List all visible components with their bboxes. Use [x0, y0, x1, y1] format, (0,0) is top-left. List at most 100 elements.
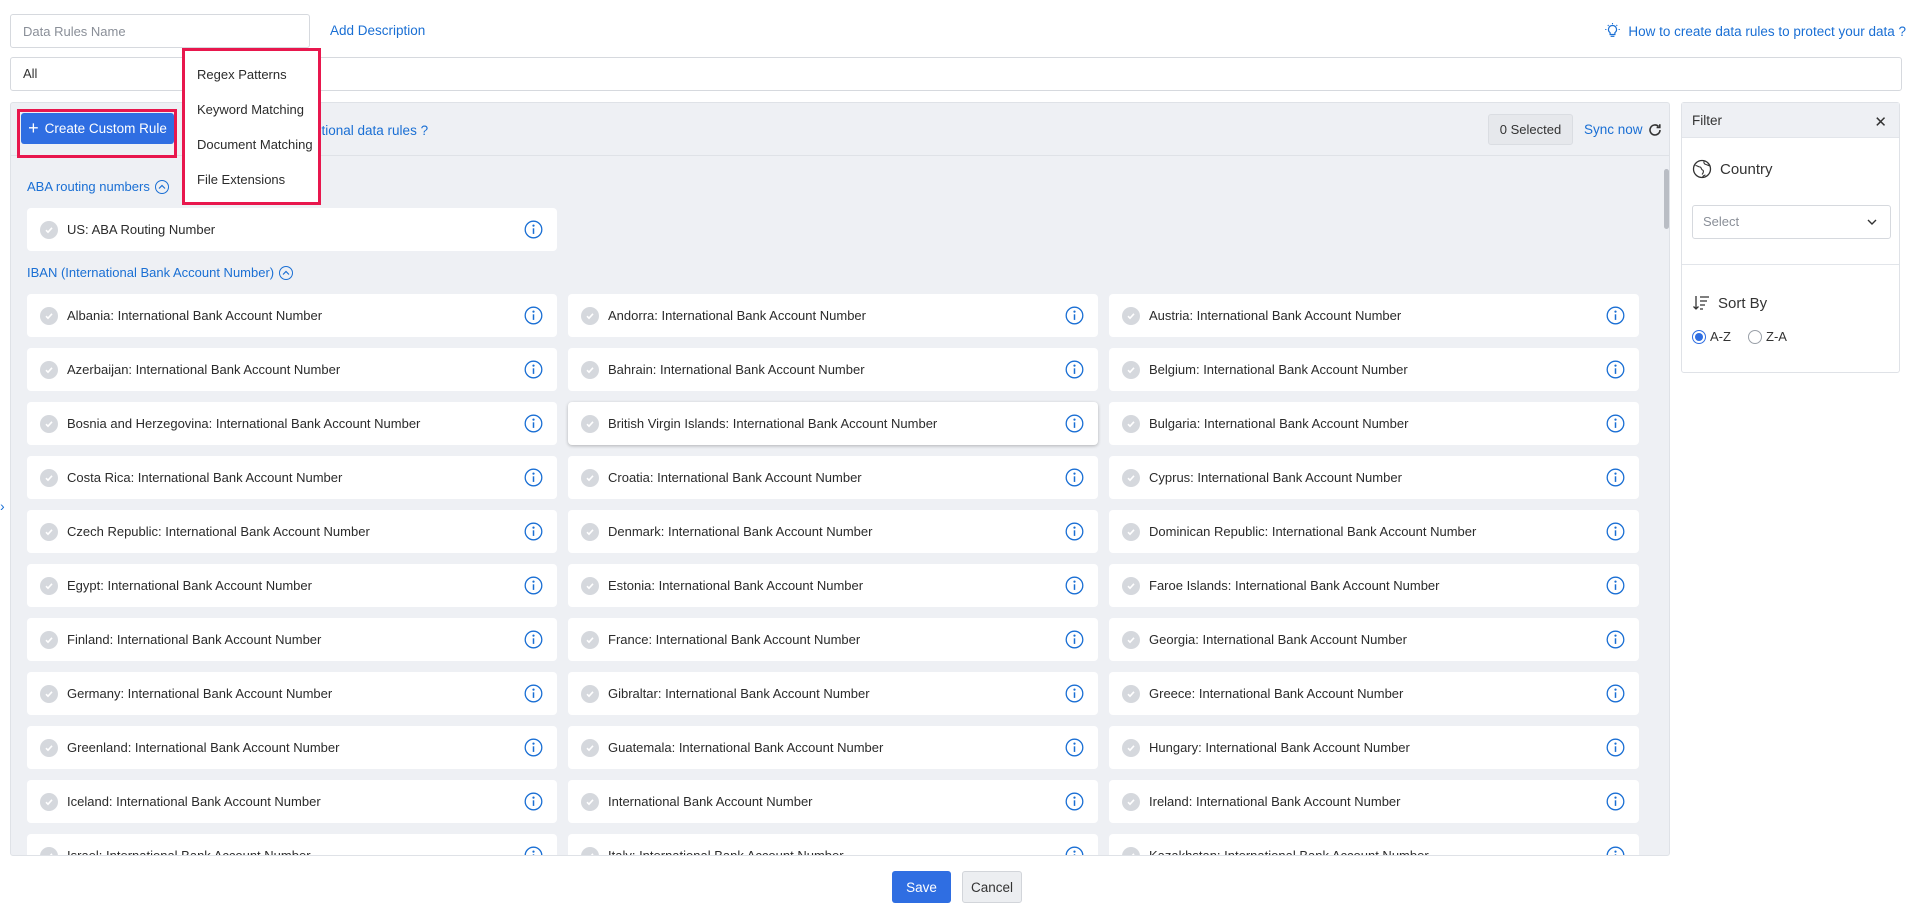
- rule-card[interactable]: Albania: International Bank Account Numb…: [27, 294, 557, 337]
- check-circle-icon[interactable]: [40, 306, 58, 325]
- rule-card[interactable]: Finland: International Bank Account Numb…: [27, 618, 557, 661]
- rule-card[interactable]: Ireland: International Bank Account Numb…: [1109, 780, 1639, 823]
- country-select[interactable]: Select: [1692, 205, 1891, 239]
- rule-card[interactable]: Bahrain: International Bank Account Numb…: [568, 348, 1098, 391]
- rule-card[interactable]: Gibraltar: International Bank Account Nu…: [568, 672, 1098, 715]
- group-title[interactable]: ABA routing numbers: [27, 179, 169, 194]
- info-icon[interactable]: [1606, 360, 1625, 379]
- rule-card[interactable]: Cyprus: International Bank Account Numbe…: [1109, 456, 1639, 499]
- info-icon[interactable]: [1065, 630, 1084, 649]
- rule-card[interactable]: Kazakhstan: International Bank Account N…: [1109, 834, 1639, 855]
- info-icon[interactable]: [1065, 306, 1084, 325]
- info-icon[interactable]: [524, 792, 543, 811]
- check-circle-icon[interactable]: [40, 738, 58, 757]
- rule-card[interactable]: Costa Rica: International Bank Account N…: [27, 456, 557, 499]
- menu-item[interactable]: Keyword Matching: [185, 92, 318, 127]
- info-icon[interactable]: [1606, 576, 1625, 595]
- check-circle-icon[interactable]: [1122, 522, 1140, 541]
- info-icon[interactable]: [1606, 522, 1625, 541]
- rule-card[interactable]: Andorra: International Bank Account Numb…: [568, 294, 1098, 337]
- info-icon[interactable]: [1606, 846, 1625, 855]
- check-circle-icon[interactable]: [581, 414, 599, 433]
- collapse-up-icon[interactable]: [154, 179, 169, 194]
- check-circle-icon[interactable]: [581, 792, 599, 811]
- check-circle-icon[interactable]: [581, 468, 599, 487]
- check-circle-icon[interactable]: [40, 630, 58, 649]
- rule-card[interactable]: US: ABA Routing Number: [27, 208, 557, 251]
- sync-now-link[interactable]: Sync now: [1584, 122, 1662, 137]
- check-circle-icon[interactable]: [581, 630, 599, 649]
- menu-item[interactable]: Document Matching: [185, 127, 318, 162]
- rule-card[interactable]: Dominican Republic: International Bank A…: [1109, 510, 1639, 553]
- check-circle-icon[interactable]: [1122, 576, 1140, 595]
- check-circle-icon[interactable]: [1122, 846, 1140, 855]
- rule-card[interactable]: Croatia: International Bank Account Numb…: [568, 456, 1098, 499]
- rule-card[interactable]: International Bank Account Number: [568, 780, 1098, 823]
- check-circle-icon[interactable]: [1122, 792, 1140, 811]
- info-icon[interactable]: [1065, 792, 1084, 811]
- rule-card[interactable]: Germany: International Bank Account Numb…: [27, 672, 557, 715]
- scrollbar-thumb[interactable]: [1664, 169, 1669, 229]
- check-circle-icon[interactable]: [581, 576, 599, 595]
- check-circle-icon[interactable]: [40, 846, 58, 855]
- rule-card[interactable]: France: International Bank Account Numbe…: [568, 618, 1098, 661]
- info-icon[interactable]: [524, 684, 543, 703]
- info-icon[interactable]: [524, 630, 543, 649]
- data-rules-name-input[interactable]: [10, 14, 310, 48]
- collapse-up-icon[interactable]: [279, 265, 294, 280]
- close-icon[interactable]: ✕: [1874, 113, 1887, 131]
- menu-item[interactable]: Regex Patterns: [185, 57, 318, 92]
- info-icon[interactable]: [1606, 306, 1625, 325]
- check-circle-icon[interactable]: [1122, 684, 1140, 703]
- check-circle-icon[interactable]: [581, 738, 599, 757]
- info-icon[interactable]: [1606, 738, 1625, 757]
- rule-card[interactable]: Austria: International Bank Account Numb…: [1109, 294, 1639, 337]
- rule-card[interactable]: Bulgaria: International Bank Account Num…: [1109, 402, 1639, 445]
- rule-card[interactable]: Guatemala: International Bank Account Nu…: [568, 726, 1098, 769]
- rule-card[interactable]: Greenland: International Bank Account Nu…: [27, 726, 557, 769]
- rule-card[interactable]: Bosnia and Herzegovina: International Ba…: [27, 402, 557, 445]
- rule-card[interactable]: Egypt: International Bank Account Number: [27, 564, 557, 607]
- rule-card[interactable]: Georgia: International Bank Account Numb…: [1109, 618, 1639, 661]
- check-circle-icon[interactable]: [40, 220, 58, 239]
- info-icon[interactable]: [1065, 414, 1084, 433]
- rule-card[interactable]: Greece: International Bank Account Numbe…: [1109, 672, 1639, 715]
- save-button[interactable]: Save: [892, 871, 951, 903]
- rule-card[interactable]: Estonia: International Bank Account Numb…: [568, 564, 1098, 607]
- rule-card[interactable]: Azerbaijan: International Bank Account N…: [27, 348, 557, 391]
- info-icon[interactable]: [1606, 414, 1625, 433]
- info-icon[interactable]: [524, 738, 543, 757]
- rule-card[interactable]: Italy: International Bank Account Number: [568, 834, 1098, 855]
- rule-card[interactable]: British Virgin Islands: International Ba…: [568, 402, 1098, 445]
- create-custom-rule-button[interactable]: + Create Custom Rule: [21, 113, 174, 144]
- info-icon[interactable]: [524, 576, 543, 595]
- info-icon[interactable]: [1065, 576, 1084, 595]
- sort-az-option[interactable]: A-Z: [1692, 329, 1731, 344]
- check-circle-icon[interactable]: [581, 306, 599, 325]
- group-title[interactable]: IBAN (International Bank Account Number): [27, 265, 294, 280]
- radio-unselected-icon[interactable]: [1748, 329, 1762, 344]
- check-circle-icon[interactable]: [40, 684, 58, 703]
- radio-selected-icon[interactable]: [1692, 329, 1706, 344]
- info-icon[interactable]: [524, 846, 543, 855]
- chevron-right-icon[interactable]: ›: [0, 498, 10, 522]
- info-icon[interactable]: [1065, 846, 1084, 855]
- rule-card[interactable]: Faroe Islands: International Bank Accoun…: [1109, 564, 1639, 607]
- info-icon[interactable]: [1065, 360, 1084, 379]
- info-icon[interactable]: [1065, 522, 1084, 541]
- info-icon[interactable]: [1065, 468, 1084, 487]
- check-circle-icon[interactable]: [1122, 306, 1140, 325]
- check-circle-icon[interactable]: [581, 846, 599, 855]
- rules-scroll-area[interactable]: ABA routing numbers US: ABA Routing Numbe…: [11, 157, 1669, 855]
- check-circle-icon[interactable]: [581, 684, 599, 703]
- check-circle-icon[interactable]: [1122, 468, 1140, 487]
- add-description-link[interactable]: Add Description: [330, 23, 425, 38]
- check-circle-icon[interactable]: [1122, 738, 1140, 757]
- cancel-button[interactable]: Cancel: [962, 871, 1022, 903]
- info-icon[interactable]: [524, 306, 543, 325]
- rule-card[interactable]: Hungary: International Bank Account Numb…: [1109, 726, 1639, 769]
- rule-card[interactable]: Belgium: International Bank Account Numb…: [1109, 348, 1639, 391]
- rule-card[interactable]: Israel: International Bank Account Numbe…: [27, 834, 557, 855]
- sort-za-option[interactable]: Z-A: [1748, 329, 1787, 344]
- info-icon[interactable]: [524, 468, 543, 487]
